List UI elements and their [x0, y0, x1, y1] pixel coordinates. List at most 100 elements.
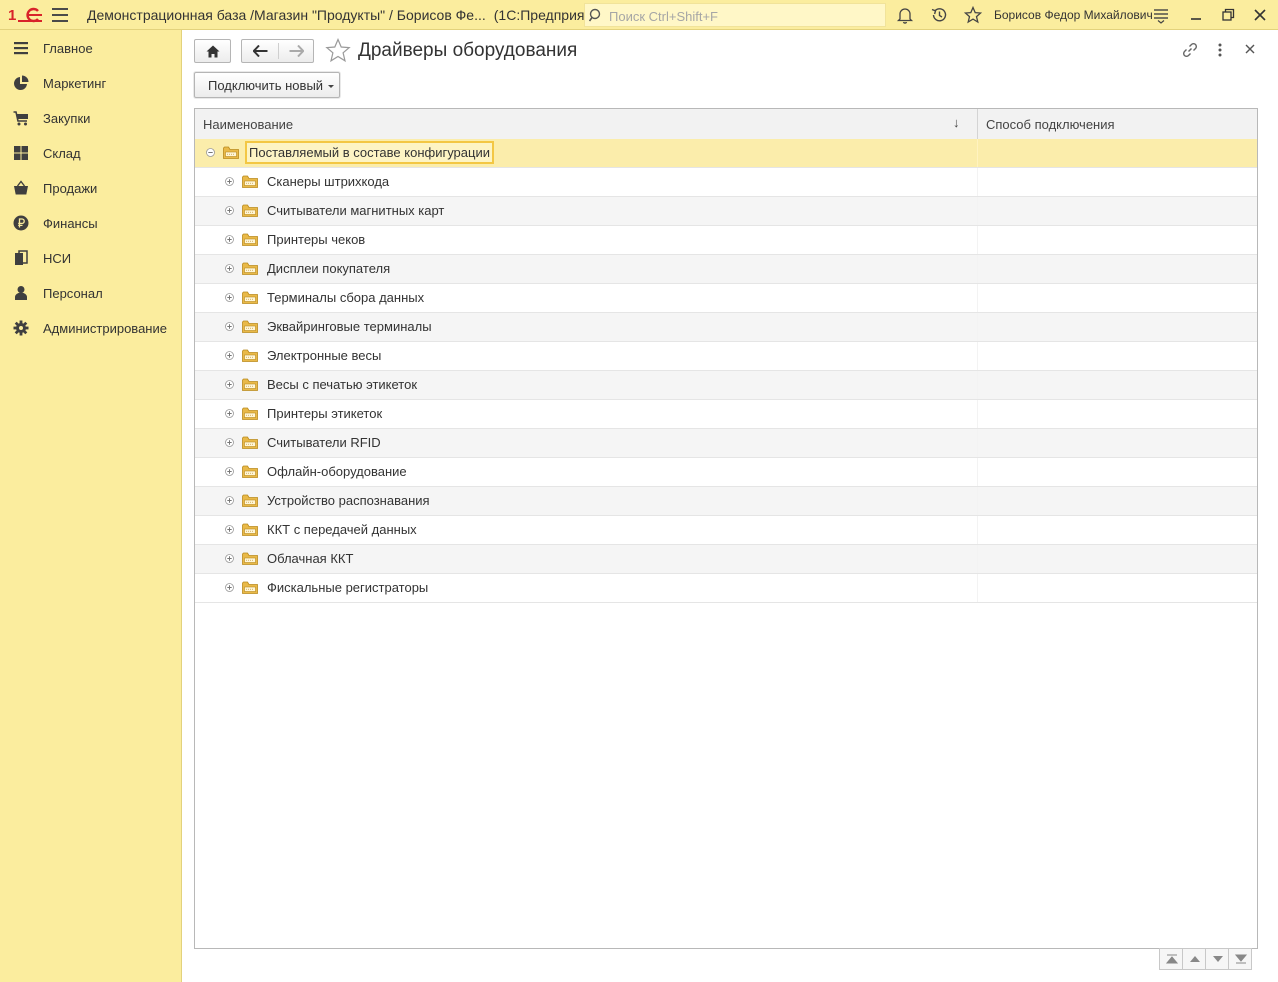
- favorites-star-icon[interactable]: [964, 6, 982, 24]
- expand-icon[interactable]: [225, 235, 234, 244]
- ruble-icon: [13, 215, 29, 231]
- row-label: Считыватели RFID: [267, 435, 381, 450]
- tree-row[interactable]: Сканеры штрихкода: [195, 168, 1257, 197]
- scroll-up-button[interactable]: [1182, 948, 1206, 970]
- folder-icon: [242, 465, 258, 478]
- table-scroll-buttons: [1159, 948, 1252, 970]
- expand-icon[interactable]: [225, 177, 234, 186]
- tree-row[interactable]: Электронные весы: [195, 342, 1257, 371]
- expand-icon[interactable]: [225, 467, 234, 476]
- tree-row[interactable]: Дисплеи покупателя: [195, 255, 1257, 284]
- folder-icon: [242, 233, 258, 246]
- row-label: Весы с печатью этикеток: [267, 377, 418, 392]
- tree-group-row[interactable]: Поставляемый в составе конфигурации: [195, 139, 1257, 168]
- scroll-down-button[interactable]: [1205, 948, 1229, 970]
- settings-menu-icon[interactable]: [1152, 6, 1170, 24]
- sidebar-item-sales[interactable]: Продажи: [0, 170, 181, 205]
- bell-icon[interactable]: [896, 6, 914, 24]
- tree-row[interactable]: Принтеры чеков: [195, 226, 1257, 255]
- sidebar-item-purchases[interactable]: Закупки: [0, 100, 181, 135]
- tree-row[interactable]: Весы с печатью этикеток: [195, 371, 1257, 400]
- expand-icon[interactable]: [225, 525, 234, 534]
- form-area: Драйверы оборудования Подключить новый Н…: [182, 30, 1278, 982]
- 1c-logo-icon[interactable]: 1: [8, 6, 42, 24]
- sidebar-item-warehouse[interactable]: Склад: [0, 135, 181, 170]
- tree-row[interactable]: ККТ с передачей данных: [195, 516, 1257, 545]
- row-label: Терминалы сбора данных: [267, 290, 425, 305]
- user-name[interactable]: Борисов Федор Михайлович: [994, 8, 1153, 22]
- restore-icon[interactable]: [1219, 6, 1237, 24]
- more-vertical-icon[interactable]: [1215, 42, 1225, 58]
- search-input[interactable]: [607, 6, 881, 26]
- back-button[interactable]: [242, 40, 278, 62]
- person-icon: [15, 286, 27, 300]
- row-label: Дисплеи покупателя: [267, 261, 391, 276]
- tree-row[interactable]: Принтеры этикеток: [195, 400, 1257, 429]
- expand-icon[interactable]: [225, 264, 234, 273]
- table-header: Наименование ↓ Способ подключения: [195, 109, 1257, 140]
- home-button[interactable]: [194, 39, 231, 63]
- row-label: Офлайн-оборудование: [267, 464, 407, 479]
- add-to-favorites-star-icon[interactable]: [325, 38, 351, 63]
- link-icon[interactable]: [1182, 42, 1198, 58]
- folder-icon: [223, 146, 239, 159]
- drivers-table[interactable]: Наименование ↓ Способ подключения Постав…: [194, 108, 1258, 949]
- sidebar-item-main[interactable]: Главное: [0, 30, 181, 65]
- tree-row[interactable]: Считыватели магнитных карт: [195, 197, 1257, 226]
- expand-icon[interactable]: [225, 438, 234, 447]
- column-header-connection-method[interactable]: Способ подключения: [986, 117, 1115, 132]
- folder-icon: [242, 204, 258, 217]
- global-search[interactable]: [584, 3, 886, 27]
- sidebar-item-label: Склад: [43, 146, 81, 161]
- sidebar-item-personnel[interactable]: Персонал: [0, 275, 181, 310]
- basket-icon: [14, 180, 28, 195]
- tree-row[interactable]: Устройство распознавания: [195, 487, 1257, 516]
- books-icon: [15, 250, 28, 265]
- folder-icon: [242, 407, 258, 420]
- expand-icon[interactable]: [225, 322, 234, 331]
- column-header-name[interactable]: Наименование: [203, 117, 293, 132]
- expand-icon[interactable]: [225, 206, 234, 215]
- folder-icon: [242, 349, 258, 362]
- sidebar-item-label: Закупки: [43, 111, 91, 126]
- row-label: Электронные весы: [267, 348, 382, 363]
- sidebar-item-finance[interactable]: Финансы: [0, 205, 181, 240]
- main-menu-icon[interactable]: [52, 8, 68, 22]
- tree-row[interactable]: Офлайн-оборудование: [195, 458, 1257, 487]
- close-window-icon[interactable]: [1251, 6, 1269, 24]
- row-label: Фискальные регистраторы: [267, 580, 429, 595]
- tree-row[interactable]: Фискальные регистраторы: [195, 574, 1257, 603]
- history-nav-group: [241, 39, 314, 63]
- row-label: ККТ с передачей данных: [267, 522, 417, 537]
- sidebar-item-nsi[interactable]: НСИ: [0, 240, 181, 275]
- tree-row[interactable]: Облачная ККТ: [195, 545, 1257, 574]
- history-icon[interactable]: [930, 6, 948, 24]
- scroll-first-button[interactable]: [1159, 948, 1183, 970]
- minimize-icon[interactable]: [1187, 6, 1205, 24]
- tree-row[interactable]: Считыватели RFID: [195, 429, 1257, 458]
- close-form-icon[interactable]: [1245, 44, 1255, 54]
- sort-desc-icon[interactable]: ↓: [953, 115, 960, 130]
- expand-icon[interactable]: [225, 496, 234, 505]
- connect-new-button[interactable]: Подключить новый: [194, 72, 340, 98]
- arrow-right-icon: [289, 45, 304, 57]
- tree-row[interactable]: Терминалы сбора данных: [195, 284, 1257, 313]
- expand-icon[interactable]: [225, 380, 234, 389]
- row-label: Поставляемый в составе конфигурации: [245, 141, 494, 164]
- expand-icon[interactable]: [225, 293, 234, 302]
- sidebar-item-marketing[interactable]: Маркетинг: [0, 65, 181, 100]
- forward-button[interactable]: [279, 40, 313, 62]
- arrow-left-icon: [253, 45, 268, 57]
- expand-icon[interactable]: [225, 554, 234, 563]
- collapse-icon[interactable]: [206, 148, 215, 157]
- expand-icon[interactable]: [225, 583, 234, 592]
- tree-row[interactable]: Эквайринговые терминалы: [195, 313, 1257, 342]
- expand-icon[interactable]: [225, 351, 234, 360]
- scroll-last-button[interactable]: [1228, 948, 1252, 970]
- row-label: Облачная ККТ: [267, 551, 354, 566]
- sections-panel: Главное Маркетинг Закупки Склад Продажи: [0, 30, 182, 982]
- sidebar-item-administration[interactable]: Администрирование: [0, 310, 181, 345]
- scroll-up-icon: [1190, 956, 1200, 962]
- grid-boxes-icon: [14, 146, 28, 160]
- expand-icon[interactable]: [225, 409, 234, 418]
